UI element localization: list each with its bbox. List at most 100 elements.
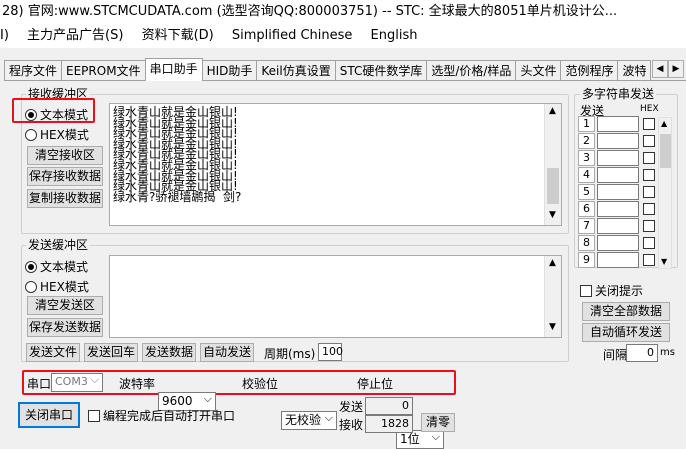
- multi-row-send-button[interactable]: 5: [578, 184, 595, 200]
- baud-label: 波特率: [119, 377, 156, 391]
- multi-row-send-button[interactable]: 9: [578, 252, 595, 268]
- radio-icon: [25, 261, 37, 273]
- menu-item-partial[interactable]: I): [0, 28, 9, 43]
- menu-item-downloads[interactable]: 资料下载(D): [142, 28, 214, 43]
- multi-row-input[interactable]: [597, 116, 639, 132]
- send-textarea[interactable]: ▲ ▼: [109, 255, 562, 338]
- recv-scrollbar[interactable]: ▲ ▼: [544, 104, 561, 225]
- menu-item-english[interactable]: English: [371, 28, 418, 43]
- copy-recv-button[interactable]: 复制接收数据: [27, 189, 103, 208]
- send-scrollbar[interactable]: ▲ ▼: [544, 256, 561, 337]
- tab-hid-assistant[interactable]: HID助手: [201, 60, 258, 81]
- multi-row-send-button[interactable]: 3: [578, 150, 595, 166]
- recv-hex-mode-radio[interactable]: HEX模式: [25, 126, 89, 143]
- tab-serial-assistant[interactable]: 串口助手: [144, 58, 203, 81]
- clear-all-button[interactable]: 清空全部数据: [582, 302, 670, 321]
- port-select[interactable]: COM3: [51, 372, 103, 392]
- recv-text-mode-radio[interactable]: 文本模式: [25, 106, 88, 123]
- recv-count: 1828: [365, 415, 413, 433]
- multi-row-input[interactable]: [597, 235, 639, 251]
- multi-col-hex: HEX: [640, 104, 659, 114]
- multi-row-send-button[interactable]: 2: [578, 133, 595, 149]
- tab-keil-settings[interactable]: Keil仿真设置: [256, 60, 336, 81]
- send-file-button[interactable]: 发送文件: [26, 343, 80, 362]
- multi-row-hex-checkbox[interactable]: [643, 186, 655, 198]
- multi-row-input[interactable]: [597, 252, 639, 268]
- multi-row-send-button[interactable]: 4: [578, 167, 595, 183]
- chevron-down-icon[interactable]: ▼: [661, 257, 667, 266]
- chevron-up-icon[interactable]: ▲: [549, 258, 556, 268]
- menu-item-simplified-chinese[interactable]: Simplified Chinese: [232, 28, 353, 43]
- multi-row-hex-checkbox[interactable]: [643, 254, 655, 266]
- menu-bar: I) 主力产品广告(S) 资料下载(D) Simplified Chinese …: [0, 24, 686, 48]
- chevron-down-icon[interactable]: ▼: [549, 210, 556, 220]
- parity-select[interactable]: 无校验: [281, 410, 337, 430]
- multi-row-input[interactable]: [597, 184, 639, 200]
- clear-recv-button[interactable]: 清空接收区: [27, 146, 103, 165]
- clear-send-button[interactable]: 清空发送区: [27, 296, 103, 315]
- multi-row-input[interactable]: [597, 133, 639, 149]
- tab-eeprom-file[interactable]: EEPROM文件: [61, 60, 146, 81]
- tab-header-files[interactable]: 头文件: [515, 60, 562, 81]
- chevron-down-icon[interactable]: ▼: [549, 322, 556, 332]
- multi-row: 1: [578, 116, 668, 133]
- interval-label: 间隔: [603, 348, 628, 362]
- save-recv-button[interactable]: 保存接收数据: [27, 167, 103, 186]
- multi-row-hex-checkbox[interactable]: [643, 237, 655, 249]
- clear-count-button[interactable]: 清零: [421, 413, 455, 432]
- multi-row-hex-checkbox[interactable]: [643, 118, 655, 130]
- close-port-button[interactable]: 关闭串口: [18, 402, 80, 428]
- radio-icon: [25, 109, 37, 121]
- tab-examples[interactable]: 范例程序: [560, 60, 619, 81]
- multi-row-hex-checkbox[interactable]: [643, 135, 655, 147]
- multi-row-input[interactable]: [597, 150, 639, 166]
- port-label: 串口: [27, 377, 52, 391]
- tab-scroll-left[interactable]: ◀: [652, 60, 668, 78]
- multi-row-send-button[interactable]: 1: [578, 116, 595, 132]
- multi-row-hex-checkbox[interactable]: [643, 152, 655, 164]
- auto-send-button[interactable]: 自动发送: [200, 343, 254, 362]
- multi-row-hex-checkbox[interactable]: [643, 169, 655, 181]
- tab-selection-price[interactable]: 选型/价格/样品: [426, 60, 517, 81]
- send-group-label: 发送缓冲区: [26, 238, 91, 252]
- multi-scrollbar[interactable]: ▲ ▼: [658, 117, 672, 269]
- interval-unit: ms: [660, 347, 675, 358]
- chevron-up-icon[interactable]: ▲: [549, 106, 556, 116]
- save-send-button[interactable]: 保存发送数据: [27, 318, 103, 337]
- recv-line: 绿水青?骄褪墙鹕揭 剑?: [113, 189, 242, 204]
- close-hint-checkbox[interactable]: 关闭提示: [580, 282, 643, 299]
- multi-row: 3: [578, 150, 668, 167]
- scroll-thumb[interactable]: [660, 134, 671, 168]
- multi-row-input[interactable]: [597, 218, 639, 234]
- tab-stc-math-lib[interactable]: STC硬件数学库: [334, 60, 428, 81]
- send-hex-mode-radio[interactable]: HEX模式: [25, 278, 89, 295]
- send-data-button[interactable]: 发送数据: [142, 343, 196, 362]
- auto-open-checkbox[interactable]: 编程完成后自动打开串口: [88, 407, 235, 424]
- tab-program-file[interactable]: 程序文件: [4, 60, 63, 81]
- sent-count-label: 发送: [339, 400, 364, 414]
- multi-row-input[interactable]: [597, 167, 639, 183]
- scroll-thumb[interactable]: [547, 168, 559, 204]
- multi-row-hex-checkbox[interactable]: [643, 220, 655, 232]
- stop-label: 停止位: [357, 377, 394, 391]
- send-return-button[interactable]: 发送回车: [84, 343, 138, 362]
- period-input[interactable]: 100: [318, 343, 343, 361]
- menu-item-products[interactable]: 主力产品广告(S): [27, 28, 123, 43]
- multi-row-send-button[interactable]: 7: [578, 218, 595, 234]
- window-title: 28) 官网:www.STCMCUDATA.com (选型咨询QQ:800003…: [0, 0, 686, 24]
- multi-row: 2: [578, 133, 668, 150]
- period-label: 周期(ms): [264, 347, 316, 361]
- chevron-up-icon[interactable]: ▲: [661, 119, 667, 128]
- send-text-mode-radio[interactable]: 文本模式: [25, 258, 88, 275]
- multi-row-send-button[interactable]: 8: [578, 235, 595, 251]
- multi-row: 5: [578, 184, 668, 201]
- multi-row-input[interactable]: [597, 201, 639, 217]
- interval-input[interactable]: 0: [626, 344, 658, 362]
- auto-loop-button[interactable]: 自动循环发送: [582, 323, 670, 342]
- tab-baud[interactable]: 波特: [617, 60, 652, 81]
- multi-row: 6: [578, 201, 668, 218]
- multi-row-send-button[interactable]: 6: [578, 201, 595, 217]
- recv-textarea[interactable]: 绿水青山就是金山银山! 绿水青山就是金山银山! 绿水青山就是金山银山! 绿水青山就是金…: [109, 103, 562, 226]
- multi-row-hex-checkbox[interactable]: [643, 203, 655, 215]
- tab-scroll-right[interactable]: ▶: [668, 60, 684, 78]
